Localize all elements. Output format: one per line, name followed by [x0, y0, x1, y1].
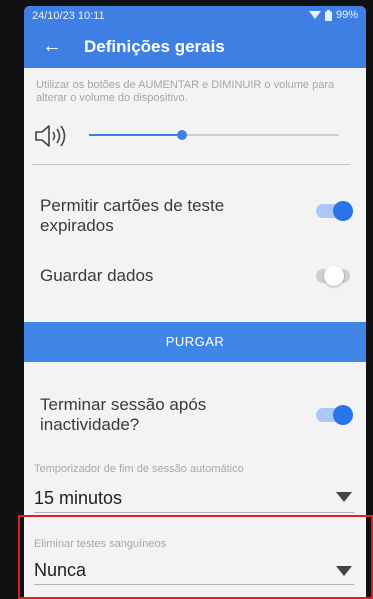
- dropdown-arrow-icon[interactable]: [336, 492, 352, 502]
- session-timer-value[interactable]: 15 minutos: [34, 488, 122, 509]
- status-icons: 99%: [308, 9, 358, 21]
- purge-button[interactable]: PURGAR: [24, 322, 366, 362]
- save-data-label: Guardar dados: [40, 266, 154, 285]
- volume-help-text: Utilizar os botões de AUMENTAR e DIMINUI…: [36, 79, 335, 104]
- arrow-back-icon[interactable]: ←: [42, 36, 62, 56]
- expired-cards-label: Permitir cartões de teste expirados: [40, 196, 225, 235]
- volume-slider-fill: [89, 134, 182, 136]
- toggle-knob: [324, 266, 344, 286]
- session-end-toggle[interactable]: [316, 405, 353, 425]
- speaker-icon: [35, 125, 66, 147]
- toggle-knob: [333, 405, 353, 425]
- session-end-label: Terminar sessão após inactividade?: [40, 395, 207, 434]
- expired-cards-toggle[interactable]: [316, 201, 353, 221]
- save-data-toggle[interactable]: [316, 266, 350, 286]
- volume-row: [34, 122, 354, 152]
- battery-level: 99%: [335, 9, 358, 21]
- device-frame: 24/10/23 10:11 99% ← Definições gerais U…: [0, 0, 373, 599]
- divider: [32, 164, 350, 165]
- session-timer-underline: [34, 512, 354, 513]
- page-title: Definições gerais: [84, 37, 225, 56]
- highlight-box: [18, 515, 373, 599]
- screen: 24/10/23 10:11 99% ← Definições gerais U…: [24, 6, 366, 599]
- wifi-icon: [308, 11, 321, 19]
- volume-slider-thumb[interactable]: [176, 130, 187, 140]
- session-timer-label: Temporizador de fim de sessão automático: [34, 463, 244, 475]
- status-bar: 24/10/23 10:11 99%: [24, 6, 366, 26]
- volume-slider[interactable]: [89, 130, 339, 140]
- toggle-knob: [333, 201, 353, 221]
- battery-icon: [324, 9, 332, 21]
- app-bar: ← Definições gerais: [24, 26, 366, 68]
- status-time: 24/10/23 10:11: [32, 10, 105, 22]
